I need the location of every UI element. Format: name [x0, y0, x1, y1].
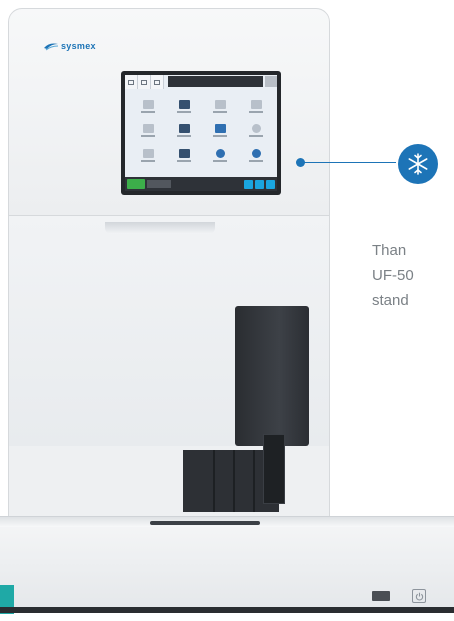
snowflake-icon [408, 153, 428, 175]
screen-action-button[interactable] [244, 179, 253, 189]
rack-slot [150, 521, 260, 525]
analyzer-device: sysmex [0, 8, 454, 614]
callout-text: Than UF-50 stand [372, 238, 454, 313]
screen-menu-item[interactable] [239, 120, 273, 143]
power-icon [415, 592, 423, 600]
power-button[interactable] [412, 589, 426, 603]
base-shadow [0, 607, 454, 613]
callout-line-3: stand [372, 292, 409, 309]
analyzer-base-tray [0, 516, 454, 614]
screen-menu-item[interactable] [239, 144, 273, 167]
screen-menu-item[interactable] [131, 144, 165, 167]
brand-logo: sysmex [43, 41, 96, 51]
screen-menu-item[interactable] [203, 95, 237, 118]
tube-holder[interactable] [263, 434, 285, 504]
screen-menu-item[interactable] [167, 120, 201, 143]
sampler-door[interactable] [235, 306, 309, 446]
analyzer-lower-unit [8, 434, 330, 516]
touch-screen-bezel [121, 71, 281, 195]
screen-menu-item[interactable] [239, 95, 273, 118]
screen-menu-item[interactable] [131, 95, 165, 118]
screen-menu-item[interactable] [167, 144, 201, 167]
screen-menu-item[interactable] [203, 120, 237, 143]
screen-status-field [147, 180, 171, 188]
screen-status-bar [125, 177, 277, 191]
screen-menu-item[interactable] [131, 120, 165, 143]
screen-menu-grid [131, 95, 273, 167]
screen-tab-home[interactable] [125, 75, 138, 89]
screen-tab-worklist[interactable] [151, 75, 164, 89]
screen-title-bar [168, 76, 263, 87]
screen-ready-button[interactable] [127, 179, 145, 189]
callout-line-1: Than [372, 242, 407, 259]
analyzer-top-unit: sysmex [8, 8, 330, 216]
screen-action-button[interactable] [266, 179, 275, 189]
usb-port-icon[interactable] [372, 591, 390, 601]
touch-screen[interactable] [125, 75, 277, 191]
brand-logo-text: sysmex [61, 41, 96, 51]
screen-top-bar [125, 75, 277, 89]
screen-menu-item[interactable] [203, 144, 237, 167]
screen-action-button[interactable] [255, 179, 264, 189]
screen-exit-button[interactable] [265, 76, 277, 87]
brand-swoosh-icon [44, 43, 59, 51]
screen-menu-item[interactable] [167, 95, 201, 118]
callout-leader-line [300, 162, 396, 163]
door-handle[interactable] [105, 222, 215, 234]
analyzer-middle-unit [8, 216, 330, 446]
callout-badge [398, 144, 438, 184]
screen-tab-results[interactable] [138, 75, 151, 89]
callout-line-2: UF-50 [372, 267, 414, 284]
